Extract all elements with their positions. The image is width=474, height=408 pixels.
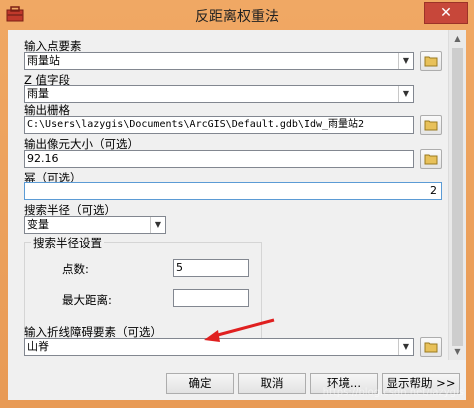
dialog-body: 输入点要素 雨量站 ▼ Z 值字段 雨量 ▼ 输出栅格 C:\Users\laz…: [8, 30, 466, 400]
scroll-thumb[interactable]: [452, 48, 463, 346]
window-title: 反距离权重法: [195, 9, 279, 25]
vertical-scrollbar[interactable]: ▲ ▼: [448, 30, 466, 360]
watermark: https://blog.csdn.net/lazygis: [322, 387, 464, 398]
annotation-arrow: [204, 318, 275, 342]
scroll-down-icon[interactable]: ▼: [449, 343, 466, 360]
dialog-window: 反距离权重法 ✕ 输入点要素 雨量站 ▼ Z 值字段 雨量 ▼ 输出栅格 C:\…: [0, 0, 474, 408]
parameters-panel: 输入点要素 雨量站 ▼ Z 值字段 雨量 ▼ 输出栅格 C:\Users\laz…: [8, 30, 448, 360]
cancel-button[interactable]: 取消: [238, 373, 306, 394]
title-bar[interactable]: 反距离权重法 ✕: [0, 0, 474, 30]
close-button[interactable]: ✕: [424, 2, 468, 24]
ok-button[interactable]: 确定: [166, 373, 234, 394]
scroll-up-icon[interactable]: ▲: [449, 30, 466, 47]
